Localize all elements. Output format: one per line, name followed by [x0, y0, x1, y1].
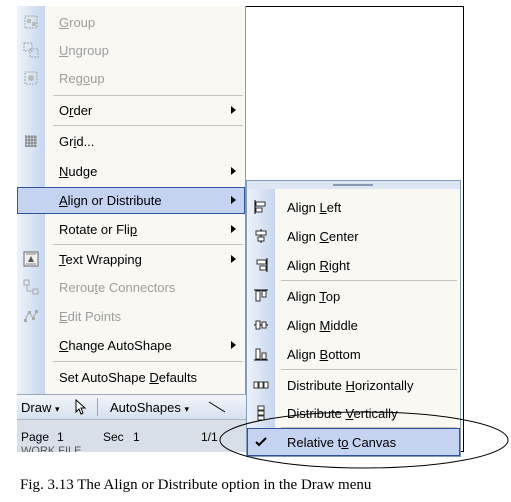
menu-item-label: Nudge: [59, 164, 98, 179]
tear-off-grip[interactable]: [247, 181, 460, 189]
menu-item-label: Rotate or Flip: [59, 222, 138, 237]
menu-separator: [53, 95, 243, 96]
menu-item-label: Group: [59, 15, 96, 30]
ungroup-icon: [23, 42, 39, 58]
submenu-item-label: Align Right: [287, 258, 350, 273]
submenu-arrow-icon: [231, 255, 236, 263]
drawing-toolbar: Draw ▾ AutoShapes ▾: [17, 394, 246, 419]
edit-points-icon: [24, 310, 38, 322]
menu-item-grid[interactable]: Grid...: [17, 128, 245, 155]
distribute-horizontally-icon: [253, 381, 269, 389]
submenu-arrow-icon: [231, 196, 236, 204]
submenu-separator: [281, 280, 457, 281]
submenu-item-align-top[interactable]: Align Top: [247, 282, 460, 310]
status-page-position: 1/1: [201, 430, 218, 444]
draw-menu-button[interactable]: Draw ▾: [21, 400, 60, 415]
menu-item-order[interactable]: Order: [17, 97, 245, 124]
submenu-item-label: Align Bottom: [287, 347, 361, 362]
regroup-icon: [24, 71, 38, 85]
group-icon: [24, 15, 38, 29]
submenu-arrow-icon: [231, 341, 236, 349]
status-cut-text: WORK FILE: [21, 445, 82, 452]
menu-item-label: Grid...: [59, 134, 95, 149]
menu-item-label: Ungroup: [59, 43, 109, 58]
menu-item-change-autoshape[interactable]: Change AutoShape: [17, 332, 245, 359]
menu-item-align-or-distribute[interactable]: Align or Distribute: [17, 187, 245, 214]
menu-item-label: Change AutoShape: [59, 338, 172, 353]
submenu-item-align-left[interactable]: Align Left: [247, 193, 460, 221]
align-top-icon: [254, 289, 268, 302]
text-wrapping-icon: [23, 251, 39, 267]
draw-menu: Group Ungroup Regoup Order Grid... Nudge…: [17, 6, 246, 394]
menu-separator: [53, 244, 243, 245]
menu-item-reroute-connectors: Reroute Connectors: [17, 274, 245, 301]
menu-item-rotate-or-flip[interactable]: Rotate or Flip: [17, 216, 245, 243]
menu-item-label: Regoup: [59, 71, 105, 86]
submenu-separator: [281, 369, 457, 370]
menu-item-label: Edit Points: [59, 309, 122, 324]
submenu-item-label: Align Middle: [287, 318, 358, 333]
menu-item-regroup: Regoup: [17, 65, 245, 92]
submenu-item-label: Align Top: [287, 289, 341, 304]
align-bottom-icon: [254, 348, 268, 361]
submenu-item-align-bottom[interactable]: Align Bottom: [247, 340, 460, 368]
menu-item-nudge[interactable]: Nudge: [17, 158, 245, 185]
menu-item-edit-points: Edit Points: [17, 303, 245, 330]
menu-item-label: Reroute Connectors: [59, 280, 176, 295]
align-left-icon: [254, 200, 266, 214]
menu-item-set-autoshape-defaults[interactable]: Set AutoShape Defaults: [17, 364, 245, 391]
submenu-item-distribute-horizontally[interactable]: Distribute Horizontally: [247, 371, 460, 399]
status-page-label: Page: [21, 430, 50, 444]
menu-item-text-wrapping[interactable]: Text Wrapping: [17, 246, 245, 273]
autoshapes-menu-button[interactable]: AutoShapes ▾: [110, 400, 189, 415]
toolbar-separator: [97, 398, 98, 416]
menu-item-label: Order: [59, 103, 93, 118]
submenu-item-align-middle[interactable]: Align Middle: [247, 311, 460, 339]
menu-item-group: Group: [17, 9, 245, 36]
menu-item-label: Text Wrapping: [59, 252, 142, 267]
status-bar: Page 1 Sec 1 1/1 WORK FILE: [17, 419, 246, 452]
figure-caption: Fig. 3.13 The Align or Distribute option…: [20, 477, 372, 493]
menu-separator: [53, 361, 243, 362]
menu-separator: [53, 125, 243, 126]
reroute-connectors-icon: [23, 279, 39, 295]
submenu-item-label: Distribute Horizontally: [287, 378, 414, 393]
align-middle-icon: [254, 320, 268, 330]
submenu-arrow-icon: [231, 167, 236, 175]
submenu-arrow-icon: [231, 106, 236, 114]
menu-item-ungroup: Ungroup: [17, 37, 245, 64]
highlight-ellipse: [219, 411, 509, 469]
select-objects-icon[interactable]: [73, 399, 87, 415]
submenu-item-label: Align Center: [287, 229, 359, 244]
submenu-item-label: Align Left: [287, 200, 342, 215]
status-section-label: Sec: [103, 430, 124, 444]
submenu-item-align-right[interactable]: Align Right: [247, 251, 460, 279]
submenu-arrow-icon: [231, 225, 236, 233]
submenu-item-align-center[interactable]: Align Center: [247, 222, 460, 250]
menu-item-label: Align or Distribute: [59, 193, 162, 208]
menu-item-label: Set AutoShape Defaults: [59, 370, 198, 385]
align-right-icon: [256, 258, 268, 272]
status-page-number: 1: [57, 430, 64, 444]
align-center-icon: [255, 229, 267, 243]
status-section-number: 1: [133, 430, 140, 444]
grid-icon: [25, 135, 37, 147]
